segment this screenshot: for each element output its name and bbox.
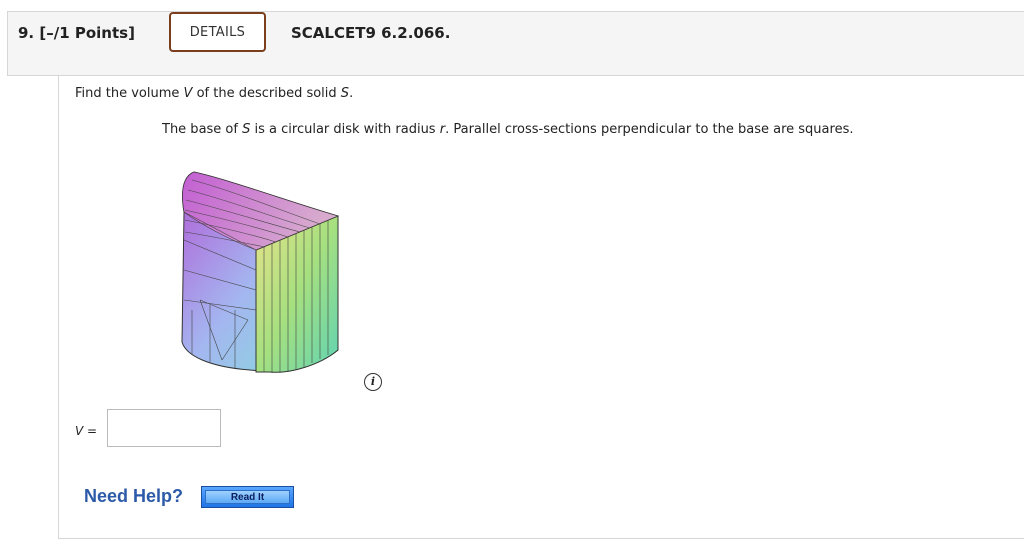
question-source: SCALCET9 6.2.066. bbox=[291, 24, 451, 42]
prompt-text-pre: Find the volume bbox=[75, 86, 184, 101]
answer-input[interactable] bbox=[107, 409, 221, 447]
details-button[interactable]: DETAILS bbox=[169, 12, 266, 52]
prompt-var-s: S bbox=[340, 86, 350, 101]
question-header bbox=[7, 11, 1024, 76]
prompt-text-post: . bbox=[349, 86, 354, 101]
answer-var-v: V bbox=[75, 424, 84, 438]
solid-description: The base of S is a circular disk with ra… bbox=[162, 122, 853, 137]
read-it-button-label: Read It bbox=[205, 490, 290, 504]
desc-text-pre: The base of bbox=[162, 122, 243, 137]
question-number-points: 9. [–/1 Points] bbox=[18, 24, 135, 42]
solid-figure bbox=[181, 171, 339, 373]
read-it-button[interactable]: Read It bbox=[201, 486, 294, 508]
desc-text-post: . Parallel cross-sections perpendicular … bbox=[445, 122, 854, 137]
answer-equals: = bbox=[83, 424, 98, 438]
need-help-label: Need Help? bbox=[84, 486, 184, 506]
question-prompt: Find the volume V of the described solid… bbox=[75, 86, 353, 101]
desc-text-mid: is a circular disk with radius bbox=[250, 122, 440, 137]
answer-label: V = bbox=[75, 424, 97, 438]
info-icon[interactable]: i bbox=[364, 373, 382, 391]
prompt-text-mid: of the described solid bbox=[192, 86, 341, 101]
